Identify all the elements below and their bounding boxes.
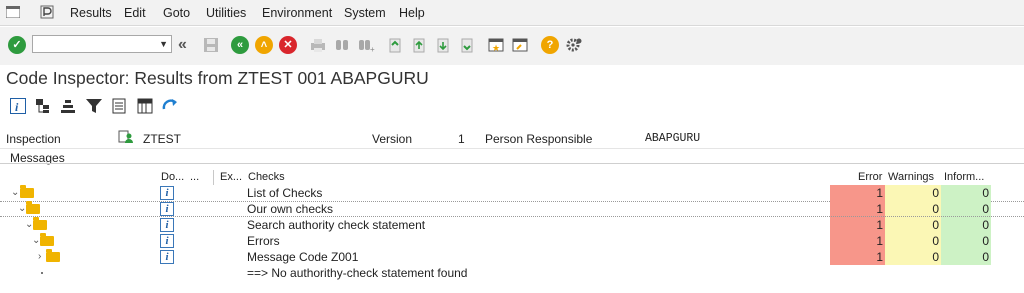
layout-menu-icon[interactable]: [40, 5, 54, 19]
last-page-icon[interactable]: [458, 36, 476, 54]
info-icon[interactable]: i: [160, 186, 174, 200]
chevron-right-icon[interactable]: ›: [38, 251, 41, 262]
message-text: ==> No authorithy-check statement found: [247, 266, 468, 280]
table-row[interactable]: ⌄ i List of Checks 1 0 0: [0, 185, 1024, 201]
info-icon[interactable]: i: [160, 234, 174, 248]
column-header-2[interactable]: ...: [190, 171, 199, 183]
chevron-down-icon[interactable]: ▼: [159, 39, 168, 49]
menu-goto[interactable]: Goto: [163, 6, 190, 20]
next-page-icon[interactable]: [434, 36, 452, 54]
user-icon: [118, 130, 133, 143]
refresh-icon[interactable]: [161, 97, 179, 115]
error-count: 1: [830, 217, 885, 233]
exit-icon[interactable]: ˄: [255, 36, 273, 54]
details-icon[interactable]: i: [9, 97, 27, 115]
table-row[interactable]: › i Message Code Z001 1 0 0: [0, 249, 1024, 265]
menu-bar: Results Edit Goto Utilities Environment …: [0, 0, 1024, 26]
export-icon[interactable]: [110, 97, 128, 115]
leaf-node-marker: [41, 272, 43, 274]
error-count: 1: [830, 233, 885, 249]
save-icon[interactable]: [202, 36, 220, 54]
info-icon[interactable]: i: [160, 202, 174, 216]
person-responsible-label: Person Responsible: [485, 132, 593, 146]
back-icon[interactable]: «: [231, 36, 249, 54]
column-separator: [213, 170, 214, 185]
filter-icon[interactable]: [85, 97, 103, 115]
application-toolbar: i: [0, 94, 1024, 120]
info-icon[interactable]: i: [160, 250, 174, 264]
layout-icon[interactable]: [136, 97, 154, 115]
print-icon[interactable]: [309, 36, 327, 54]
error-count: 1: [830, 249, 885, 265]
customize-layout-icon[interactable]: [565, 36, 583, 54]
back-double-arrow-icon[interactable]: «: [178, 36, 196, 54]
page-title: Code Inspector: Results from ZTEST 001 A…: [6, 68, 429, 88]
menu-help[interactable]: Help: [399, 6, 425, 20]
error-count: 1: [830, 201, 885, 217]
information-count: 0: [941, 201, 991, 217]
person-responsible-value: ABAPGURU: [645, 132, 701, 145]
warning-count: 0: [885, 249, 941, 265]
create-session-icon[interactable]: ★: [487, 36, 505, 54]
information-count: 0: [941, 249, 991, 265]
table-row[interactable]: ==> No authorithy-check statement found: [0, 265, 1024, 281]
menu-utilities[interactable]: Utilities: [206, 6, 246, 20]
table-row[interactable]: ⌄ i Search authority check statement 1 0…: [0, 217, 1024, 233]
standard-toolbar: ✓ ▼ « « ˄ ✕ + ★ ?: [0, 27, 1024, 65]
info-icon[interactable]: i: [160, 218, 174, 232]
information-count: 0: [941, 185, 991, 201]
sort-icon[interactable]: [59, 97, 77, 115]
folder-icon: [26, 201, 40, 214]
chevron-down-icon[interactable]: ⌄: [11, 187, 19, 198]
folder-icon: [40, 233, 54, 246]
column-header-error[interactable]: Error: [858, 171, 882, 183]
menu-edit[interactable]: Edit: [124, 6, 146, 20]
previous-page-icon[interactable]: [410, 36, 428, 54]
svg-text:+: +: [370, 45, 375, 54]
information-count: 0: [941, 233, 991, 249]
cancel-icon[interactable]: ✕: [279, 36, 297, 54]
check-name: Errors: [247, 234, 280, 248]
folder-icon: [20, 185, 34, 198]
error-count: 1: [830, 185, 885, 201]
svg-text:★: ★: [492, 43, 500, 53]
information-count: 0: [941, 217, 991, 233]
warning-count: 0: [885, 185, 941, 201]
first-page-icon[interactable]: [386, 36, 404, 54]
menu-system[interactable]: System: [344, 6, 386, 20]
table-row[interactable]: ⌄ i Errors 1 0 0: [0, 233, 1024, 249]
hierarchy-icon[interactable]: [34, 97, 52, 115]
shortcut-icon[interactable]: [511, 36, 529, 54]
find-icon[interactable]: [333, 36, 351, 54]
column-header-warnings[interactable]: Warnings: [888, 171, 934, 183]
folder-icon: [46, 249, 60, 262]
check-name: Our own checks: [247, 202, 334, 216]
find-next-icon[interactable]: +: [357, 36, 375, 54]
system-menu-icon[interactable]: [6, 6, 20, 18]
column-header-exceptions[interactable]: Ex...: [220, 171, 242, 183]
menu-results[interactable]: Results: [70, 6, 112, 20]
check-name: Message Code Z001: [247, 250, 359, 264]
messages-divider: [0, 163, 1024, 164]
warning-count: 0: [885, 217, 941, 233]
column-header-information[interactable]: Inform...: [944, 171, 984, 183]
check-name: List of Checks: [247, 186, 323, 200]
warning-count: 0: [885, 201, 941, 217]
version-label: Version: [372, 132, 413, 146]
column-header-documentation[interactable]: Do...: [161, 171, 184, 183]
command-field[interactable]: ▼: [32, 35, 172, 53]
check-name: Search authority check statement: [247, 218, 426, 232]
folder-icon: [33, 217, 47, 230]
warning-count: 0: [885, 233, 941, 249]
version-value: 1: [458, 132, 465, 146]
table-row[interactable]: ⌄ i Our own checks 1 0 0: [0, 201, 1024, 217]
inspection-value: ZTEST: [143, 132, 181, 146]
inspection-label: Inspection: [6, 132, 61, 146]
column-header-checks[interactable]: Checks: [248, 171, 285, 183]
table-header: Do... ... Ex... Checks Error Warnings In…: [0, 170, 1024, 185]
enter-icon[interactable]: ✓: [8, 36, 26, 54]
header-divider: [0, 148, 1024, 149]
menu-environment[interactable]: Environment: [262, 6, 332, 20]
help-icon[interactable]: ?: [541, 36, 559, 54]
